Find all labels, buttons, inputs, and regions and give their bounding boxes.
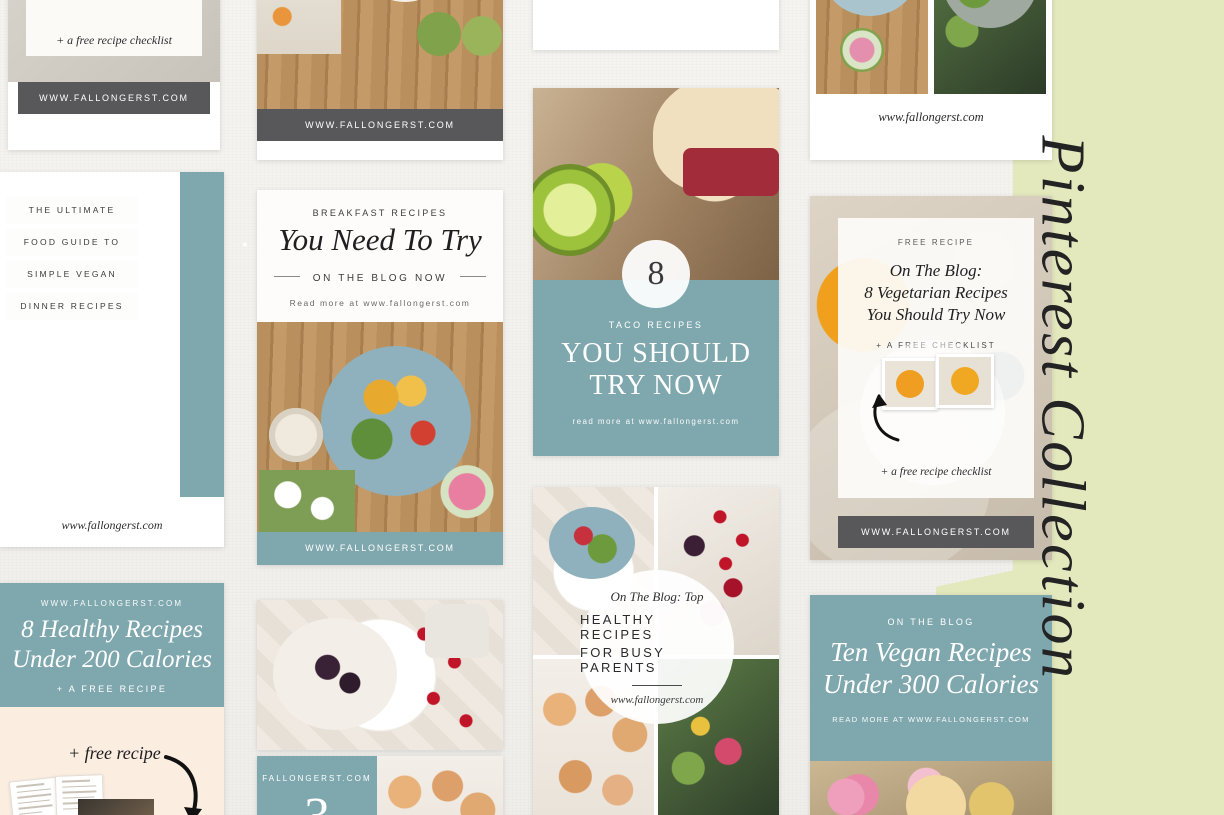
number-three-panel: FALLONGERST.COM 3: [257, 756, 377, 815]
headline-line-1: On The Blog:: [889, 261, 983, 280]
pin-url: www.fallongerst.com: [610, 693, 704, 706]
top-collage-fragment-pin[interactable]: www.fallongerst.com: [533, 0, 779, 50]
read-more: Read more at www.fallongerst.com: [289, 298, 471, 308]
pin-footer-url: WWW.FALLONGERST.COM: [257, 109, 503, 141]
food-guide-line-1: THE ULTIMATE: [6, 196, 138, 224]
headline-line-2: FOR BUSY PARENTS: [580, 644, 665, 675]
preview-canvas: + a free recipe checklist WWW.FALLONGERS…: [0, 0, 1224, 815]
headline-line-2: TRY NOW: [589, 370, 723, 402]
headline: You Need To Try: [278, 222, 482, 257]
divider-rule: [632, 684, 682, 686]
eyebrow-url: WWW.FALLONGERST.COM: [40, 599, 184, 608]
headline-line-1: Ten Vegan Recipes: [830, 637, 1032, 667]
curved-arrow-down-icon: [164, 755, 202, 815]
pin-footer-url: WWW.FALLONGERST.COM: [18, 82, 210, 114]
pin-footer-url: WWW.FALLONGERST.COM: [838, 516, 1034, 548]
food-guide-line-4: DINNER RECIPES: [6, 292, 138, 320]
waffle-plate: [273, 618, 397, 730]
subtitle: + A FREE RECIPE: [56, 684, 168, 694]
headline-line-2: Under 200 Calories: [12, 645, 212, 673]
eyebrow: On The Blog: Top: [610, 588, 704, 604]
vegetarian-text-card: FREE RECIPE On The Blog: 8 Vegetarian Re…: [838, 218, 1034, 498]
rule-right: [459, 276, 486, 278]
cta-row: ON THE BLOG NOW: [257, 268, 503, 286]
ultimate-food-guide-pin[interactable]: THE ULTIMATE FOOD GUIDE TO SIMPLE VEGAN …: [0, 172, 224, 547]
big-number: 3: [257, 791, 377, 815]
curved-arrow-up-icon: [872, 394, 900, 442]
food-grid-collage-pin[interactable]: www.fallongerst.com: [810, 0, 1052, 160]
headline-line-1: 8 Healthy Recipes: [21, 616, 203, 643]
headline-line-3: You Should Try Now: [866, 305, 1006, 324]
pin-caption: + a free recipe checklist: [880, 466, 992, 478]
badge-eight: 8: [622, 240, 690, 308]
pumpkin-checklist-pin[interactable]: + a free recipe checklist WWW.FALLONGERS…: [8, 0, 220, 150]
taco-recipes-pin[interactable]: 8 TACO RECIPES YOU SHOULD TRY NOW read m…: [533, 88, 779, 456]
headline-line-1: HEALTHY RECIPES: [580, 611, 656, 642]
headline-line-2: Under 300 Calories: [823, 669, 1039, 700]
food-guide-line-2: FOOD GUIDE TO: [6, 228, 138, 256]
teal-side-bar: [180, 172, 224, 497]
pin-footer-url: www.fallongerst.com: [878, 110, 984, 124]
healthy-200-promo: + free recipe: [0, 707, 224, 815]
eyebrow: FREE RECIPE: [897, 238, 975, 247]
pin-footer-url: WWW.FALLONGERST.COM: [257, 532, 503, 565]
berry-plate-pin[interactable]: [257, 600, 503, 750]
ten-vegan-header: ON THE BLOG Ten Vegan Recipes Under 300 …: [810, 595, 1052, 761]
headline-line-1: YOU SHOULD: [561, 338, 751, 369]
food-guide-text-block: THE ULTIMATE FOOD GUIDE TO SIMPLE VEGAN …: [6, 196, 138, 320]
pin-footer-url: www.fallongerst.com: [61, 518, 163, 532]
busy-parents-badge: On The Blog: Top HEALTHY RECIPES FOR BUS…: [580, 570, 734, 724]
vegetarian-recipes-pin[interactable]: FREE RECIPE On The Blog: 8 Vegetarian Re…: [810, 196, 1052, 560]
eyebrow: TACO RECIPES: [608, 320, 704, 330]
rule-left: [274, 276, 301, 278]
tulip-photo: [810, 761, 1052, 815]
healthy-recipes-200-pin[interactable]: WWW.FALLONGERST.COM 8 Healthy Recipes Un…: [0, 583, 224, 815]
food-guide-line-3: SIMPLE VEGAN: [6, 260, 138, 288]
tart-grid-photo: [377, 756, 503, 815]
badge-number: 8: [647, 255, 665, 292]
photo-thumb-b: [936, 354, 994, 408]
read-more: READ MORE AT WWW.FALLONGERST.COM: [832, 714, 1030, 724]
breakfast-recipes-pin[interactable]: BREAKFAST RECIPES You Need To Try ON THE…: [257, 190, 503, 565]
read-more: read more at www.fallongerst.com: [572, 416, 740, 426]
number-three-pin[interactable]: FALLONGERST.COM 3: [257, 756, 503, 815]
collection-script-title: Pinterest Collection: [1028, 135, 1097, 680]
headline-line-2: 8 Vegetarian Recipes: [864, 283, 1008, 302]
healthy-recipes-busy-parents-pin[interactable]: On The Blog: Top HEALTHY RECIPES FOR BUS…: [533, 487, 779, 815]
eyebrow: BREAKFAST RECIPES: [312, 208, 448, 218]
eyebrow: ON THE BLOG: [887, 617, 975, 627]
pin-url: FALLONGERST.COM: [262, 774, 372, 783]
recipe-photo-thumb: [78, 799, 154, 815]
breakfast-text-block: BREAKFAST RECIPES You Need To Try ON THE…: [257, 190, 503, 322]
ten-vegan-recipes-300-pin[interactable]: ON THE BLOG Ten Vegan Recipes Under 300 …: [810, 595, 1052, 815]
cta-label: ON THE BLOG NOW: [312, 273, 448, 284]
pin-caption: + a free recipe checklist: [56, 33, 172, 47]
healthy-200-header: WWW.FALLONGERST.COM 8 Healthy Recipes Un…: [0, 583, 224, 707]
promo-caption: + free recipe: [68, 743, 161, 763]
breakfast-photo-pin[interactable]: WWW.FALLONGERST.COM: [257, 0, 503, 160]
